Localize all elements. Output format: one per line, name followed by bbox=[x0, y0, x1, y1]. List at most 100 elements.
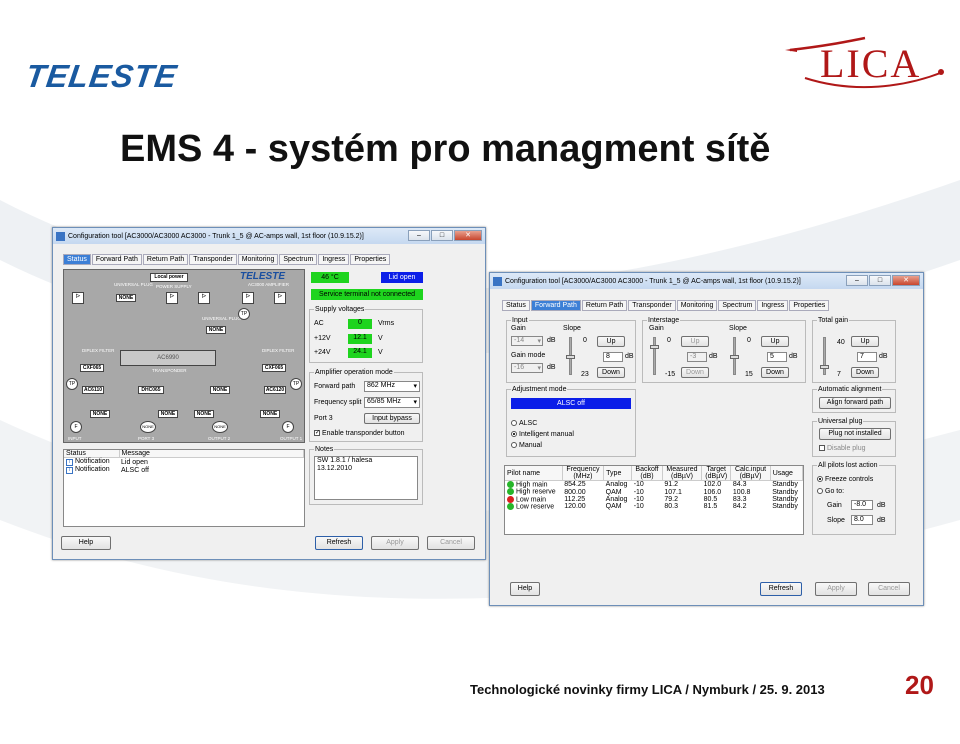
tg-slider-knob[interactable] bbox=[820, 365, 829, 369]
disable-plug-checkbox[interactable]: Disable plug bbox=[819, 445, 866, 452]
slope-down-button[interactable]: Down bbox=[597, 367, 625, 378]
is-gain-up-button[interactable]: Up bbox=[681, 336, 709, 347]
table-row[interactable]: High reserve 800.00 QAM -10 107.1 106.0 100.8 S… bbox=[505, 488, 803, 496]
pilot-measured: 107.1 bbox=[664, 488, 682, 496]
forward-path-select[interactable]: 862 MHz ▾ bbox=[364, 381, 420, 392]
apply-button[interactable]: Apply bbox=[815, 582, 857, 596]
is-slope-slider-knob[interactable] bbox=[730, 355, 739, 359]
status-header[interactable]: Status bbox=[64, 450, 120, 458]
tg-down-button[interactable]: Down bbox=[851, 367, 879, 378]
tab-transponder[interactable]: Transponder bbox=[628, 300, 676, 311]
tab-forward-path[interactable]: Forward Path bbox=[530, 300, 581, 311]
backoff-header[interactable]: Backoff (dB) bbox=[631, 466, 663, 481]
slope-up-button[interactable]: Up bbox=[597, 336, 625, 347]
tab-monitoring[interactable]: Monitoring bbox=[237, 254, 279, 265]
pl-gain-label: Gain bbox=[827, 502, 842, 509]
message-header[interactable]: Message bbox=[119, 450, 304, 458]
help-button[interactable]: Help bbox=[510, 582, 540, 596]
type-header[interactable]: Type bbox=[603, 466, 633, 481]
frequency-header[interactable]: Frequency (MHz) bbox=[562, 466, 605, 481]
tab-properties[interactable]: Properties bbox=[350, 254, 391, 265]
tab-status[interactable]: Status bbox=[63, 254, 91, 265]
forward-path-label: Forward path bbox=[314, 383, 356, 390]
is-slope-up-button[interactable]: Up bbox=[761, 336, 789, 347]
goto-option[interactable]: Go to: bbox=[817, 488, 844, 495]
pilot-name: High main bbox=[516, 481, 548, 489]
apply-button[interactable]: Apply bbox=[371, 536, 419, 550]
tab-forward-path[interactable]: Forward Path bbox=[91, 254, 142, 265]
tab-status[interactable]: Status bbox=[502, 300, 530, 311]
slope-slider-knob[interactable] bbox=[566, 355, 575, 359]
tg-value-field[interactable]: 7 bbox=[857, 352, 877, 362]
amp-stage-5: ▷ bbox=[274, 292, 286, 304]
tab-spectrum[interactable]: Spectrum bbox=[279, 254, 318, 265]
slope-value-field[interactable]: 8 bbox=[603, 352, 623, 362]
is-slope-value-field[interactable]: 5 bbox=[767, 352, 787, 362]
maximize-button[interactable]: □ bbox=[869, 275, 891, 286]
close-button[interactable]: ✕ bbox=[454, 230, 482, 241]
config-window-status: Configuration tool [AC3000/AC3000 AC3000… bbox=[52, 227, 486, 560]
enable-transponder-checkbox[interactable]: ✓ Enable transponder button bbox=[314, 430, 405, 437]
frequency-split-select[interactable]: 65/85 MHz ▾ bbox=[364, 397, 420, 408]
tab-spectrum[interactable]: Spectrum bbox=[718, 300, 757, 311]
adj-option-manual[interactable]: Manual bbox=[511, 442, 542, 449]
table-row[interactable]: Low reserve 120.00 QAM -10 80.3 81.5 84.2 Stand… bbox=[505, 503, 803, 510]
align-forward-path-button[interactable]: Align forward path bbox=[819, 397, 891, 409]
is-gain-down-button[interactable]: Down bbox=[681, 367, 709, 378]
tab-properties[interactable]: Properties bbox=[789, 300, 830, 311]
cancel-button[interactable]: Cancel bbox=[427, 536, 475, 550]
tab-return-path[interactable]: Return Path bbox=[142, 254, 189, 265]
total-gain-group: Total gain 40 7 Up 7 dB Down bbox=[812, 317, 896, 383]
refresh-button[interactable]: Refresh bbox=[315, 536, 363, 550]
none-row-2: NONE bbox=[158, 410, 178, 418]
table-row[interactable]: High main 854.25 Analog -10 91.2 102.0 84.3 Sta… bbox=[505, 481, 803, 489]
is-slope-down-button[interactable]: Down bbox=[761, 367, 789, 378]
tab-return-path[interactable]: Return Path bbox=[581, 300, 628, 311]
pl-slope-field[interactable]: 8.0 bbox=[851, 515, 873, 525]
pilot-calc-input: 83.3 bbox=[732, 495, 747, 503]
is-gain-slider[interactable] bbox=[653, 337, 656, 375]
pilot-calc-input: 100.8 bbox=[732, 488, 751, 496]
freeze-controls-option[interactable]: Freeze controls bbox=[817, 476, 873, 483]
input-bypass-button[interactable]: Input bypass bbox=[364, 413, 420, 424]
row-message: Lid open bbox=[121, 458, 148, 466]
tg-up-button[interactable]: Up bbox=[851, 336, 879, 347]
table-row[interactable]: i Notification Lid open bbox=[64, 458, 304, 466]
adj-option-intelligent-manual[interactable]: Intelligent manual bbox=[511, 431, 574, 438]
table-row[interactable]: i Notification ALSC off bbox=[64, 466, 304, 474]
tab-transponder[interactable]: Transponder bbox=[189, 254, 237, 265]
pilot-name-header[interactable]: Pilot name bbox=[505, 466, 563, 481]
maximize-button[interactable]: □ bbox=[431, 230, 453, 241]
minimize-button[interactable]: – bbox=[846, 275, 868, 286]
pilot-measured: 91.2 bbox=[664, 481, 678, 489]
forward-path-value: 862 MHz bbox=[367, 382, 396, 389]
minimize-button[interactable]: – bbox=[408, 230, 430, 241]
gain-select[interactable]: -14 ▾ bbox=[511, 336, 543, 346]
notes-textarea[interactable]: SW 1.8.1 / halesa 13.12.2010 bbox=[314, 456, 418, 500]
gain-mode-select[interactable]: -16 ▾ bbox=[511, 363, 543, 373]
notes-line-2: 13.12.2010 bbox=[317, 465, 353, 472]
is-gain-value-field[interactable]: -3 bbox=[687, 352, 707, 362]
help-button[interactable]: Help bbox=[61, 536, 111, 550]
usage-header[interactable]: Usage bbox=[770, 466, 804, 481]
port3-label: PORT 3 bbox=[138, 436, 155, 441]
target-header[interactable]: Target (dBµV) bbox=[701, 466, 732, 481]
cancel-button[interactable]: Cancel bbox=[868, 582, 910, 596]
tab-ingress[interactable]: Ingress bbox=[757, 300, 789, 311]
measured-header[interactable]: Measured (dBµV) bbox=[662, 466, 703, 481]
close-button[interactable]: ✕ bbox=[892, 275, 920, 286]
is-gain-slider-knob[interactable] bbox=[650, 345, 659, 349]
pilot-target: 81.5 bbox=[703, 503, 718, 511]
table-row[interactable]: Low main 112.25 Analog -10 79.2 80.5 83.3 Stand… bbox=[505, 495, 803, 503]
tg-max: 40 bbox=[837, 339, 845, 346]
calc-input-header[interactable]: Calc.input (dBµV) bbox=[730, 466, 771, 481]
refresh-button[interactable]: Refresh bbox=[760, 582, 802, 596]
pl-gain-field[interactable]: -8.0 bbox=[851, 500, 873, 510]
pilot-frequency: 112.25 bbox=[564, 495, 586, 503]
plug-not-installed-button[interactable]: Plug not installed bbox=[819, 428, 891, 440]
adj-option-alsc[interactable]: ALSC bbox=[511, 420, 537, 427]
tg-slider[interactable] bbox=[823, 337, 826, 375]
output1-label: OUTPUT 1 bbox=[280, 436, 303, 441]
tab-monitoring[interactable]: Monitoring bbox=[676, 300, 718, 311]
tab-ingress[interactable]: Ingress bbox=[318, 254, 350, 265]
